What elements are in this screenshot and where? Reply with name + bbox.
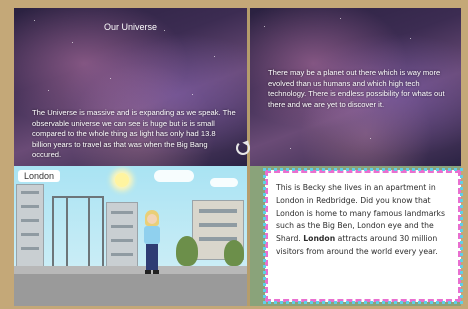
page-spine	[247, 8, 250, 306]
cloud-icon	[154, 170, 194, 182]
construction-scaffold	[66, 196, 90, 270]
becky-note-card: This is Becky she lives in an apartment …	[263, 168, 463, 304]
star	[264, 26, 265, 27]
star	[340, 18, 341, 19]
tree	[176, 236, 198, 266]
star	[214, 56, 215, 57]
star	[48, 90, 49, 91]
road	[14, 274, 247, 306]
star	[192, 94, 193, 95]
note-text: This is Becky she lives in an apartment …	[276, 182, 456, 259]
universe-paragraph: The Universe is massive and is expanding…	[32, 108, 236, 160]
star	[370, 138, 371, 139]
building	[106, 202, 138, 270]
becky-character	[142, 210, 162, 276]
cloud-icon	[210, 178, 238, 187]
star	[410, 38, 411, 39]
page-turn-icon[interactable]	[236, 141, 250, 155]
star	[110, 78, 111, 79]
note-bold-word: London	[303, 234, 336, 244]
note-outro: attracts around 30 million visitors from…	[276, 234, 438, 256]
star	[290, 148, 291, 149]
star	[72, 42, 73, 43]
planet-paragraph: There may be a planet out there which is…	[268, 68, 445, 109]
storybook-spread: Our Universe The Universe is massive and…	[0, 0, 468, 309]
building	[16, 184, 44, 270]
london-scene: London	[14, 166, 247, 306]
page-title: Our Universe	[103, 22, 157, 32]
tree	[224, 240, 244, 266]
location-label: London	[18, 170, 61, 182]
universe-page: Our Universe The Universe is massive and…	[14, 8, 247, 166]
sun-icon	[115, 173, 129, 187]
planet-page: There may be a planet out there which is…	[250, 8, 461, 166]
star	[34, 20, 35, 21]
